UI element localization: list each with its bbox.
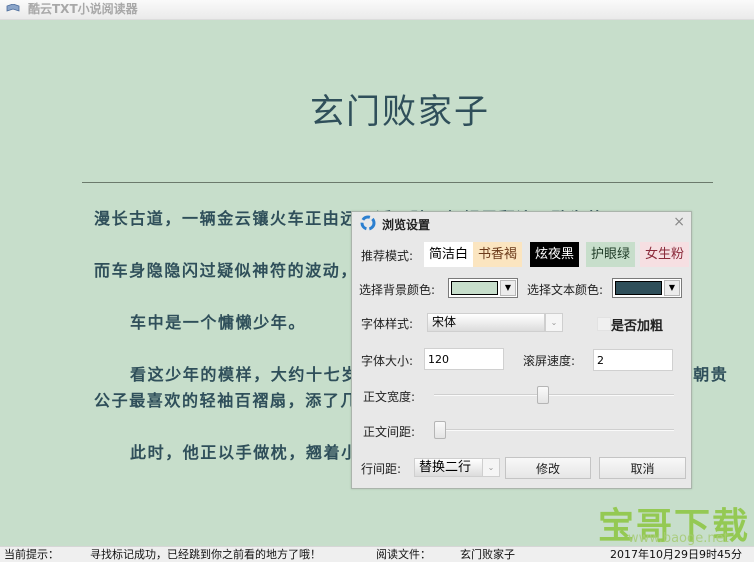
text-color-label: 选择文本颜色: — [527, 283, 604, 297]
mode-book-brown[interactable]: 书香褐 — [473, 242, 523, 267]
text-width-slider[interactable] — [434, 394, 674, 396]
scroll-speed-input[interactable]: 2 — [593, 349, 673, 371]
text-width-slider-thumb[interactable] — [536, 386, 549, 404]
mode-eye-green[interactable]: 护眼绿 — [586, 242, 636, 267]
bold-checkbox[interactable] — [597, 317, 611, 331]
text-color-swatch — [615, 281, 662, 295]
font-size-label: 字体大小: — [361, 354, 414, 368]
scroll-speed-label: 滚屏速度: — [523, 354, 576, 368]
mode-label: 推荐模式: — [361, 249, 414, 263]
window-title: 酷云TXT小说阅读器 — [28, 2, 138, 16]
mode-girl-pink[interactable]: 女生粉 — [640, 242, 690, 267]
bg-color-picker[interactable]: ▼ — [448, 278, 518, 298]
chevron-down-icon[interactable]: ▼ — [500, 280, 516, 296]
chevron-down-icon[interactable]: ▼ — [664, 280, 680, 296]
file-label: 阅读文件： — [376, 548, 431, 561]
book-icon — [6, 4, 20, 12]
title-bar: 酷云TXT小说阅读器 — [0, 0, 754, 20]
modify-button[interactable]: 修改 — [505, 457, 591, 479]
datetime: 2017年10月29日9时45分 — [610, 548, 742, 561]
bg-color-label: 选择背景颜色: — [359, 283, 436, 297]
chevron-down-icon[interactable]: ⌄ — [482, 458, 500, 477]
settings-refresh-icon — [360, 215, 376, 231]
mode-night-black[interactable]: 炫夜黑 — [530, 242, 580, 267]
status-bar: 当前提示： 寻找标记成功，已经跳到你之前看的地方了哦！ 阅读文件： 玄门败家子 … — [0, 546, 754, 562]
text-spacing-slider-thumb[interactable] — [434, 421, 446, 439]
file-value: 玄门败家子 — [460, 548, 515, 561]
hint-value: 寻找标记成功，已经跳到你之前看的地方了哦！ — [90, 548, 321, 561]
cancel-button[interactable]: 取消 — [599, 457, 686, 479]
hint-label: 当前提示： — [4, 548, 59, 561]
title-divider — [82, 182, 713, 183]
book-title: 玄门败家子 — [310, 92, 490, 132]
chevron-down-icon[interactable]: ⌄ — [545, 313, 563, 332]
bg-color-swatch — [451, 281, 498, 295]
watermark-url: www.baoge.net — [628, 531, 729, 546]
text-spacing-label: 正文间距: — [363, 425, 416, 439]
mode-simple-white[interactable]: 简洁白 — [424, 242, 474, 267]
font-size-input[interactable]: 120 — [424, 348, 504, 370]
close-icon[interactable]: × — [673, 214, 685, 230]
text-color-picker[interactable]: ▼ — [612, 278, 682, 298]
browse-settings-dialog: 浏览设置 × 推荐模式: 简洁白 书香褐 炫夜黑 护眼绿 女生粉 选择背景颜色:… — [351, 211, 692, 489]
font-style-select[interactable]: 宋体 — [427, 313, 545, 332]
text-width-label: 正文宽度: — [363, 390, 416, 404]
text-spacing-slider[interactable] — [434, 429, 674, 431]
dialog-title: 浏览设置 — [382, 218, 431, 232]
bold-label: 是否加粗 — [611, 319, 664, 334]
line-spacing-select[interactable]: 替换二行 — [414, 458, 484, 477]
font-style-label: 字体样式: — [361, 317, 414, 331]
line-spacing-label: 行间距: — [361, 462, 402, 476]
